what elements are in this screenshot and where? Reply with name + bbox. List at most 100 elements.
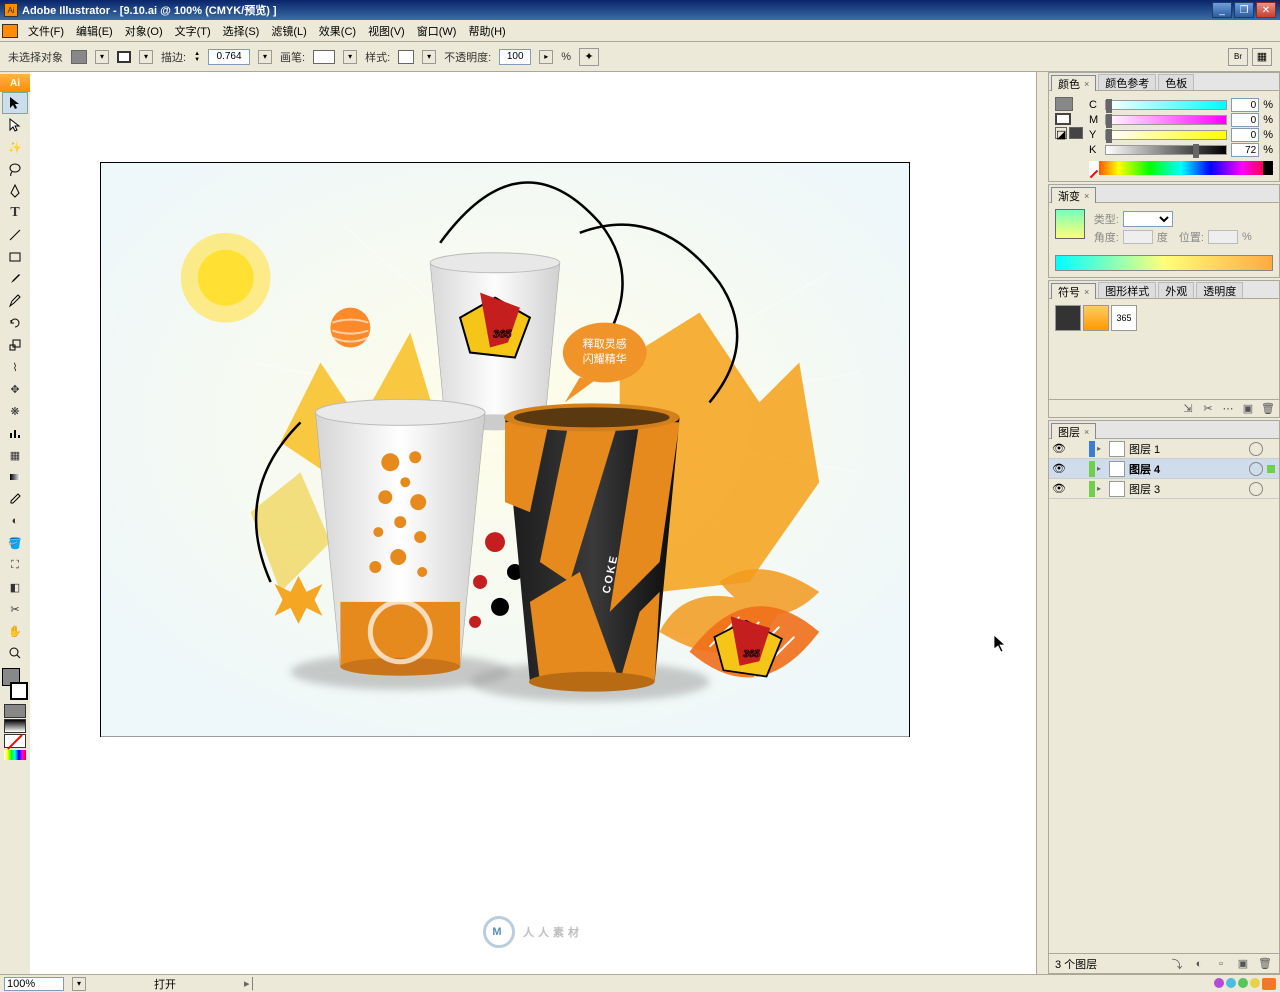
pencil-tool[interactable] — [2, 290, 28, 312]
make-clipping-icon[interactable]: ◐ — [1191, 956, 1207, 972]
zoom-input[interactable]: 100% — [4, 977, 64, 991]
layer-name[interactable]: 图层 1 — [1129, 441, 1245, 457]
lasso-tool[interactable] — [2, 158, 28, 180]
menu-file[interactable]: 文件(F) — [22, 21, 70, 41]
rectangle-tool[interactable] — [2, 246, 28, 268]
paintbrush-tool[interactable] — [2, 268, 28, 290]
visibility-toggle[interactable]: 👁 — [1049, 462, 1069, 475]
gradient-preview[interactable] — [1055, 209, 1085, 239]
symbol-sprayer-tool[interactable]: ❋ — [2, 400, 28, 422]
tab-graphic-styles[interactable]: 图形样式 — [1098, 282, 1156, 298]
panel-dock-strip[interactable] — [1036, 72, 1048, 974]
arrange-button[interactable]: ▦ — [1252, 48, 1272, 66]
menu-edit[interactable]: 编辑(E) — [70, 21, 119, 41]
menu-view[interactable]: 视图(V) — [362, 21, 411, 41]
menu-effect[interactable]: 效果(C) — [313, 21, 362, 41]
color-mode-solid[interactable] — [4, 704, 26, 718]
brush-preview[interactable] — [313, 50, 335, 64]
target-icon[interactable] — [1249, 442, 1263, 456]
menu-type[interactable]: 文字(T) — [169, 21, 217, 41]
c-slider[interactable] — [1105, 100, 1227, 110]
canvas-area[interactable]: 释取灵感 闪耀精华 365 — [30, 72, 1036, 974]
disclosure-icon[interactable]: ▸ — [1097, 444, 1109, 453]
hand-tool[interactable]: ✋ — [2, 620, 28, 642]
scissors-tool[interactable]: ✂ — [2, 598, 28, 620]
menu-help[interactable]: 帮助(H) — [462, 21, 511, 41]
warp-tool[interactable]: ⌇ — [2, 356, 28, 378]
locate-layer-icon[interactable]: ⤵ — [1169, 956, 1185, 972]
rotate-tool[interactable] — [2, 312, 28, 334]
disclosure-icon[interactable]: ▸ — [1097, 464, 1109, 473]
new-sublayer-icon[interactable]: ▫ — [1213, 956, 1229, 972]
blend-tool[interactable]: ◐ — [2, 510, 28, 532]
stroke-stepper[interactable]: ▲▼ — [194, 51, 200, 63]
selection-tool[interactable] — [2, 92, 28, 114]
delete-layer-icon[interactable]: 🗑 — [1257, 956, 1273, 972]
menu-object[interactable]: 对象(O) — [119, 21, 169, 41]
color-mode-none[interactable] — [4, 734, 26, 748]
gradient-ramp[interactable] — [1055, 255, 1273, 271]
zoom-dropdown[interactable]: ▾ — [72, 977, 86, 991]
c-input[interactable] — [1231, 98, 1259, 112]
layer-row-3[interactable]: 👁 ▸ 图层 3 — [1049, 479, 1279, 499]
fill-stroke-proxy[interactable] — [2, 668, 28, 700]
grad-pos-input[interactable] — [1208, 230, 1238, 244]
gradient-tool[interactable] — [2, 466, 28, 488]
status-dot-3[interactable] — [1238, 978, 1248, 988]
visibility-toggle[interactable]: 👁 — [1049, 482, 1069, 495]
fill-dropdown[interactable]: ▾ — [95, 50, 109, 64]
status-dot-1[interactable] — [1214, 978, 1224, 988]
opacity-dropdown[interactable]: ▸ — [539, 50, 553, 64]
layer-name[interactable]: 图层 3 — [1129, 481, 1245, 497]
symbol-3[interactable]: 365 — [1111, 305, 1137, 331]
tab-symbols[interactable]: 符号× — [1051, 283, 1096, 299]
target-icon[interactable] — [1249, 482, 1263, 496]
symbol-options-icon[interactable]: ⋯ — [1221, 402, 1235, 416]
menu-select[interactable]: 选择(S) — [217, 21, 266, 41]
crop-tool[interactable]: ⛶ — [2, 554, 28, 576]
symbol-new-icon[interactable]: ▣ — [1241, 402, 1255, 416]
new-layer-icon[interactable]: ▣ — [1235, 956, 1251, 972]
stroke-weight-input[interactable] — [208, 49, 250, 65]
tab-transparency[interactable]: 透明度 — [1196, 282, 1243, 298]
color-proxy[interactable]: ◪ — [1055, 97, 1083, 175]
brush-dropdown[interactable]: ▾ — [343, 50, 357, 64]
target-icon[interactable] — [1249, 462, 1263, 476]
visibility-toggle[interactable]: 👁 — [1049, 442, 1069, 455]
symbol-delete-icon[interactable]: 🗑 — [1261, 402, 1275, 416]
status-dot-2[interactable] — [1226, 978, 1236, 988]
k-slider[interactable] — [1105, 145, 1227, 155]
scale-tool[interactable] — [2, 334, 28, 356]
disclosure-icon[interactable]: ▸ — [1097, 484, 1109, 493]
grad-angle-input[interactable] — [1123, 230, 1153, 244]
stroke-proxy[interactable] — [10, 682, 28, 700]
symbol-1[interactable] — [1055, 305, 1081, 331]
layer-name[interactable]: 图层 4 — [1129, 461, 1245, 477]
opacity-input[interactable] — [499, 49, 531, 65]
tab-gradient[interactable]: 渐变× — [1051, 187, 1096, 203]
tab-appearance[interactable]: 外观 — [1158, 282, 1194, 298]
stroke-weight-dropdown[interactable]: ▾ — [258, 50, 272, 64]
status-dot-4[interactable] — [1250, 978, 1260, 988]
style-dropdown[interactable]: ▾ — [422, 50, 436, 64]
style-preview[interactable] — [398, 50, 414, 64]
stroke-swatch[interactable] — [117, 51, 131, 63]
grad-type-select[interactable] — [1123, 211, 1173, 227]
type-tool[interactable]: T — [2, 202, 28, 224]
zoom-tool[interactable] — [2, 642, 28, 664]
layer-row-2[interactable]: 👁 ▸ 图层 4 — [1049, 459, 1279, 479]
minimize-button[interactable]: _ — [1212, 2, 1232, 18]
menu-filter[interactable]: 滤镜(L) — [265, 21, 312, 41]
spectrum-bar[interactable] — [1089, 161, 1273, 175]
symbol-break-icon[interactable]: ✂ — [1201, 402, 1215, 416]
restore-button[interactable]: ❐ — [1234, 2, 1254, 18]
symbol-place-icon[interactable]: ⇲ — [1181, 402, 1195, 416]
fill-swatch[interactable] — [71, 50, 87, 64]
mesh-tool[interactable]: ▦ — [2, 444, 28, 466]
live-paint-tool[interactable]: 🪣 — [2, 532, 28, 554]
tab-color-guide[interactable]: 颜色参考 — [1098, 74, 1156, 90]
line-tool[interactable] — [2, 224, 28, 246]
y-slider[interactable] — [1105, 130, 1227, 140]
isolate-button[interactable]: ✦ — [579, 48, 599, 66]
magic-wand-tool[interactable]: ✨ — [2, 136, 28, 158]
